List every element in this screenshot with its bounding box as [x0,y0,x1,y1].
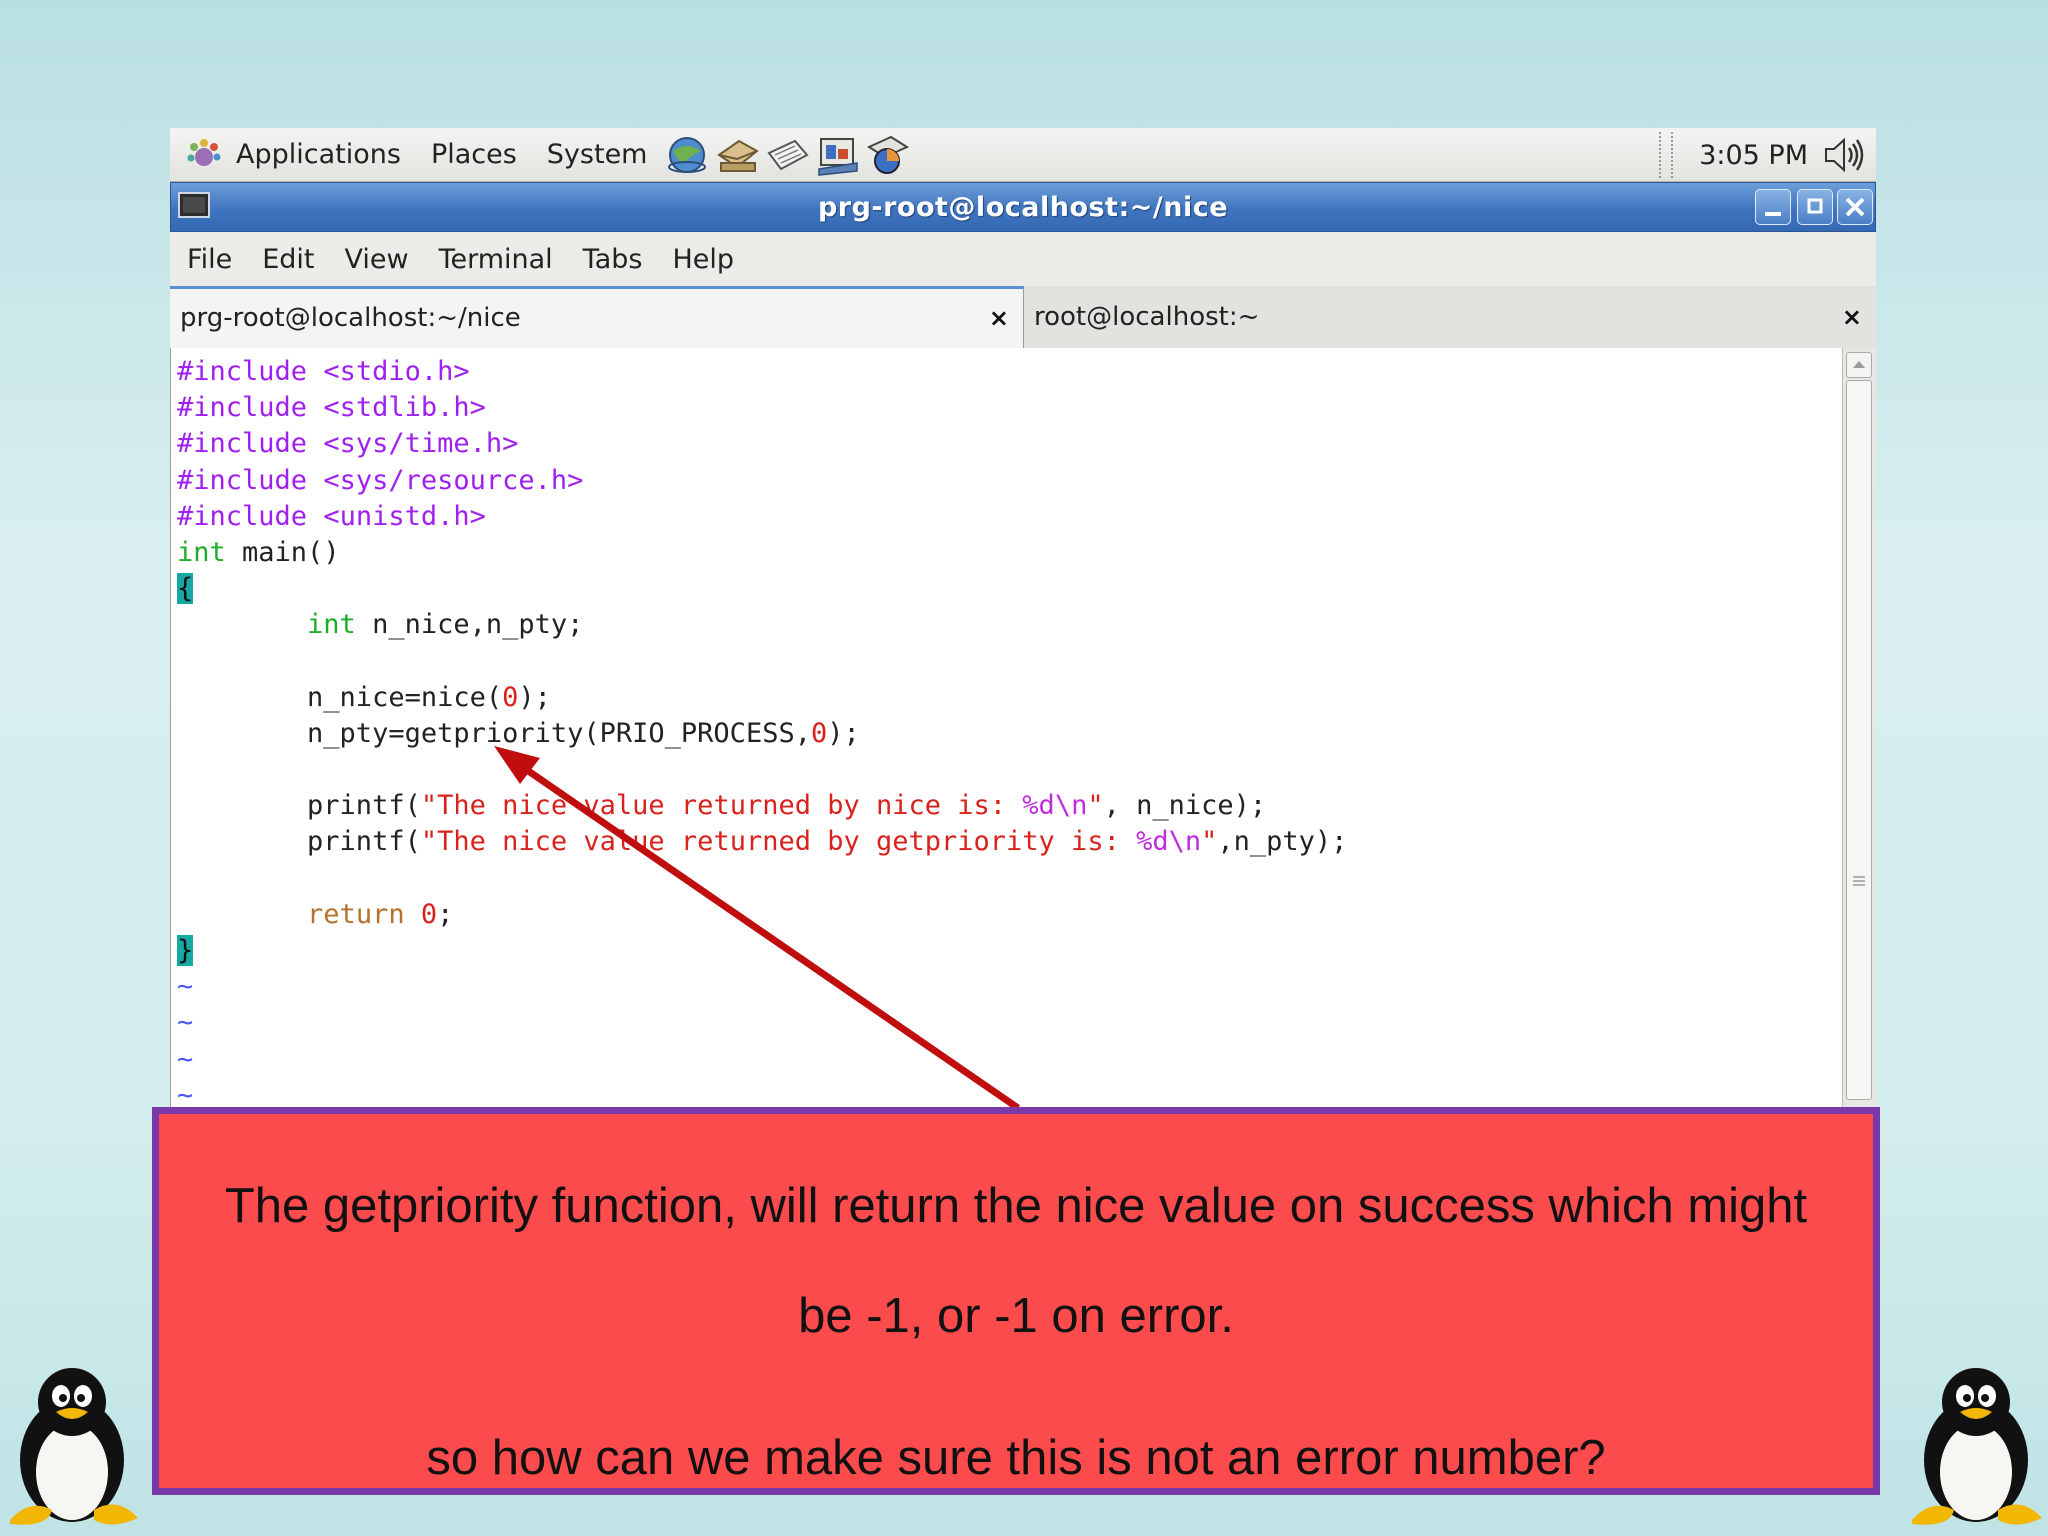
grip-lines-icon [1853,876,1865,886]
code-line[interactable] [177,644,1347,680]
code-line[interactable]: return 0; [177,897,1347,933]
code-line[interactable] [177,752,1347,788]
tab-label: prg-root@localhost:~/nice [180,303,521,333]
code-line[interactable]: ~ [177,1042,1347,1078]
terminal-scrollbar[interactable] [1842,348,1876,1108]
panel-menu-system[interactable]: System [547,139,648,170]
maximize-icon [1807,198,1823,214]
menu-edit[interactable]: Edit [262,244,314,275]
notes-icon[interactable] [765,133,811,177]
presentation-icon[interactable] [815,133,861,177]
tab-prg-root-nice[interactable]: prg-root@localhost:~/nice × [170,286,1024,348]
callout-line-2: be -1, or -1 on error. [798,1289,1234,1343]
minimize-button[interactable] [1755,189,1791,225]
email-icon[interactable] [715,133,761,177]
callout-line-1: The getpriority function, will return th… [224,1179,1808,1233]
tux-penguin-right [1912,1368,2042,1525]
tux-penguin-left [10,1368,138,1525]
terminal-content[interactable]: #include <stdio.h> #include <stdlib.h> #in… [170,348,1876,1108]
code-line[interactable]: n_pty=getpriority(PRIO_PROCESS,0); [177,716,1347,752]
code-line[interactable]: ~ [177,969,1347,1005]
code-line[interactable]: printf("The nice value returned by nice … [177,788,1347,824]
code-line[interactable]: n_nice=nice(0); [177,680,1347,716]
window-titlebar[interactable]: prg-root@localhost:~/nice [170,182,1876,232]
panel-grip-handle[interactable] [1659,132,1674,178]
desktop-top-panel: Applications Places System 3:05 PM [170,128,1876,182]
applications-foot-icon[interactable] [184,135,224,175]
code-line[interactable]: ~ [177,1005,1347,1041]
menu-help[interactable]: Help [672,244,734,275]
window-title: prg-root@localhost:~/nice [817,192,1229,223]
code-line[interactable]: printf("The nice value returned by getpr… [177,824,1347,860]
tab-close-icon[interactable]: × [1842,286,1862,348]
panel-clock[interactable]: 3:05 PM [1699,140,1808,171]
callout-line-3: so how can we make sure this is not an e… [426,1431,1606,1485]
close-icon [1845,197,1865,217]
scroll-thumb[interactable] [1846,380,1872,1100]
tab-label: root@localhost:~ [1034,302,1260,332]
code-line[interactable]: #include <sys/time.h> [177,426,1347,462]
code-line[interactable]: #include <unistd.h> [177,499,1347,535]
code-line[interactable]: } [177,933,1347,969]
vim-code-buffer[interactable]: #include <stdio.h> #include <stdlib.h> #in… [177,354,1347,1108]
menu-file[interactable]: File [187,244,232,275]
tab-close-icon[interactable]: × [989,289,1009,347]
code-line[interactable]: ~ [177,1078,1347,1108]
code-line[interactable]: #include <stdio.h> [177,354,1347,390]
panel-notification-area: 3:05 PM [1659,128,1868,182]
scroll-up-button[interactable] [1846,352,1872,378]
maximize-button[interactable] [1797,189,1833,225]
menu-view[interactable]: View [344,244,408,275]
panel-menu-places[interactable]: Places [431,139,517,170]
web-browser-icon[interactable] [665,133,711,177]
menu-tabs[interactable]: Tabs [583,244,643,275]
code-line[interactable]: #include <stdlib.h> [177,390,1347,426]
panel-launchers [665,133,911,177]
code-line[interactable]: int main() [177,535,1347,571]
volume-icon[interactable] [1822,135,1868,175]
arrow-up-icon [1853,361,1865,368]
code-line[interactable]: #include <sys/resource.h> [177,463,1347,499]
panel-menu-applications[interactable]: Applications [236,139,401,170]
chart-icon[interactable] [865,133,911,177]
tab-root-home[interactable]: root@localhost:~ × [1024,286,1876,348]
terminal-menubar: File Edit View Terminal Tabs Help [170,232,1876,286]
code-line[interactable]: { [177,571,1347,607]
minimize-icon [1765,212,1781,216]
callout-box: The getpriority function, will return th… [152,1107,1880,1495]
close-window-button[interactable] [1837,189,1873,225]
code-line[interactable]: int n_nice,n_pty; [177,607,1347,643]
terminal-tab-bar: prg-root@localhost:~/nice × root@localho… [170,286,1876,348]
code-line[interactable] [177,861,1347,897]
menu-terminal[interactable]: Terminal [439,244,553,275]
